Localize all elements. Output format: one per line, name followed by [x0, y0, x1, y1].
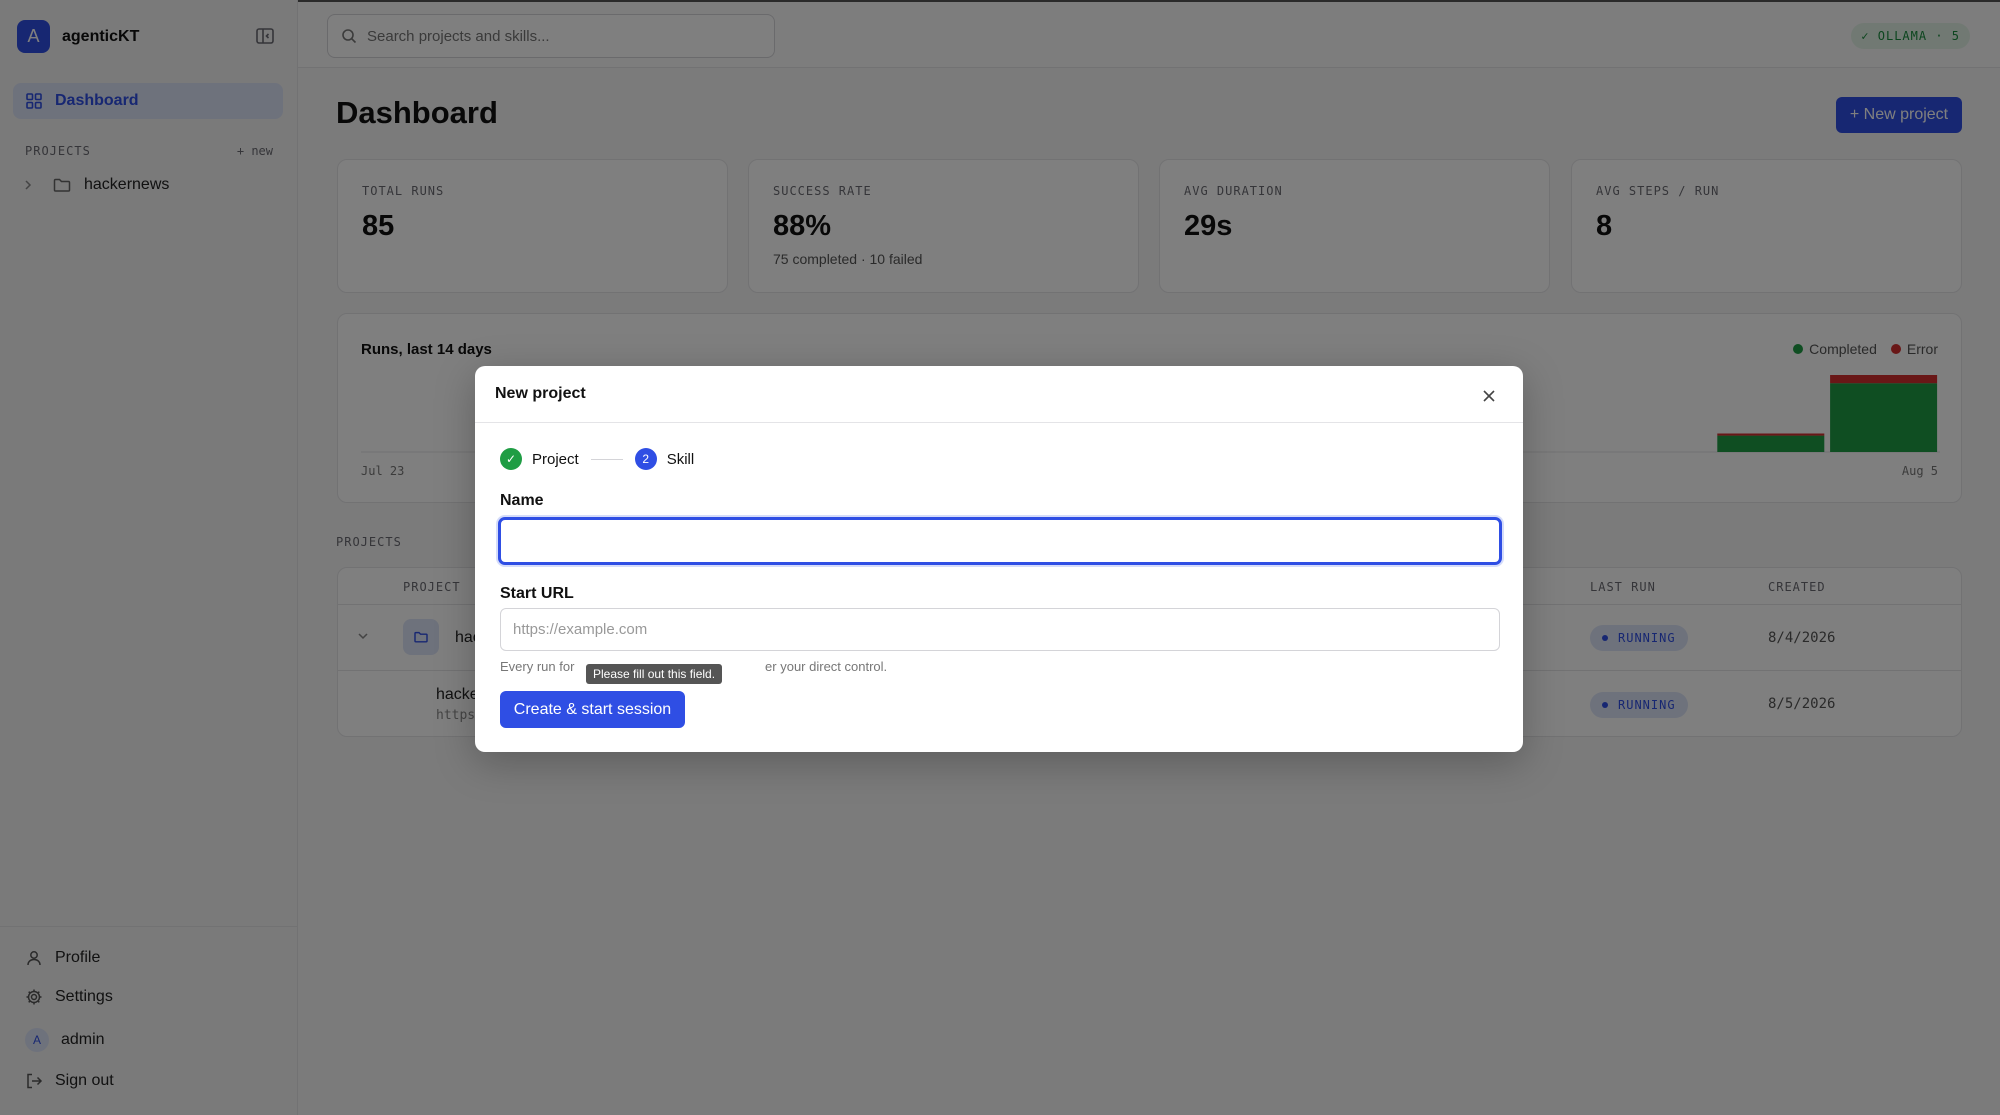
- new-project-dialog: New project ✓ Project 2 Skill Name Start…: [475, 366, 1523, 752]
- step-connector: [590, 458, 623, 460]
- step-label-project: Project: [532, 450, 579, 468]
- dialog-header: New project: [475, 366, 1523, 423]
- hint-text-end: er your direct control.: [765, 659, 888, 674]
- start-url-input[interactable]: [500, 608, 1500, 651]
- name-input[interactable]: [498, 517, 1502, 565]
- step-number-badge: 2: [634, 448, 657, 470]
- validation-tooltip: Please fill out this field.: [586, 664, 723, 684]
- create-and-start-button[interactable]: Create & start session: [500, 691, 685, 728]
- close-icon[interactable]: [1481, 388, 1497, 404]
- stepper: ✓ Project 2 Skill: [500, 448, 694, 470]
- step-label-skill: Skill: [666, 450, 695, 468]
- hint-text-start: Every run for: [500, 659, 575, 674]
- dialog-title: New project: [495, 385, 586, 402]
- start-url-label: Start URL: [500, 585, 574, 602]
- step-complete-check-icon: ✓: [500, 448, 522, 470]
- name-label: Name: [500, 492, 544, 509]
